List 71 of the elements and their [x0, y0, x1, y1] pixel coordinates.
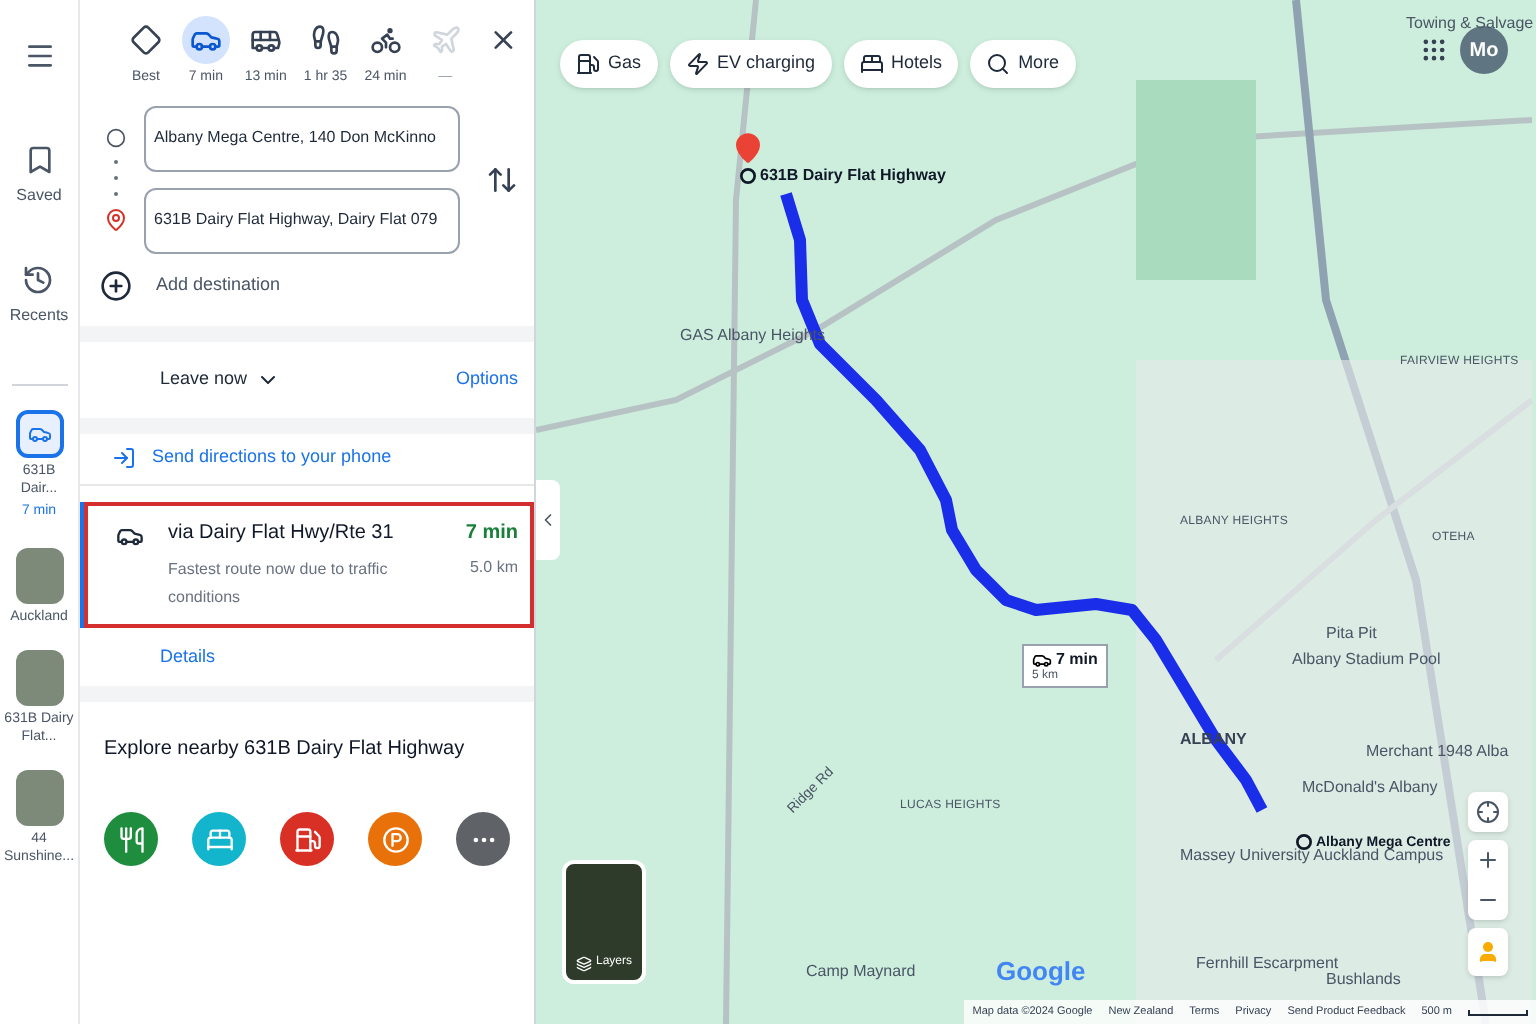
add-icon[interactable]	[100, 269, 132, 301]
layers-icon	[575, 956, 592, 972]
account-avatar[interactable]: Mo	[1460, 26, 1508, 74]
send-directions-link[interactable]: Send directions to your phone	[152, 444, 392, 472]
pin-icon	[104, 207, 128, 231]
route-option[interactable]: via Dairy Flat Hwy/Rte 31 7 min Fastest route now due to traffic conditions 5.0 km	[80, 501, 534, 627]
google-logo: Google	[996, 954, 1086, 990]
category-button[interactable]	[456, 812, 510, 866]
explore-heading: Explore nearby 631B Dairy Flat Highway	[104, 736, 467, 764]
map-pin-icon	[732, 132, 764, 164]
gas-icon	[293, 825, 321, 853]
add-destination-link[interactable]: Add destination	[156, 271, 281, 299]
photo-placeholder[interactable]	[15, 649, 63, 705]
bike-icon	[369, 24, 402, 56]
hotel-icon	[859, 52, 884, 76]
origin-circle-icon	[106, 127, 126, 147]
map-label: 631B Dairy Flat Highway	[760, 168, 946, 184]
plus-icon	[1476, 848, 1500, 872]
category-chip[interactable]: Gas	[560, 40, 658, 88]
car-icon[interactable]	[15, 410, 63, 458]
scale-bar	[1468, 1009, 1528, 1015]
photo-placeholder[interactable]	[15, 547, 63, 603]
map-label: Albany Stadium Pool	[1292, 652, 1441, 668]
history-icon[interactable]	[22, 264, 55, 296]
category-button[interactable]	[192, 812, 246, 866]
destination-field[interactable]: 631B Dairy Flat Highway, Dairy Flat 079	[144, 187, 460, 253]
map-label: Camp Maynard	[806, 964, 916, 980]
apps-icon[interactable]	[1420, 36, 1448, 64]
options-link[interactable]: Options	[455, 365, 518, 393]
category-chip[interactable]: Hotels	[843, 40, 959, 88]
person-icon	[1476, 940, 1500, 964]
map-label: McDonald's Albany	[1302, 780, 1438, 796]
map-label: Pita Pit	[1326, 626, 1377, 642]
map-label: Merchant 1948 Alba	[1366, 744, 1509, 760]
recents-label: Recents	[9, 304, 69, 328]
map-label: Fernhill Escarpment	[1196, 956, 1339, 972]
category-button[interactable]	[280, 812, 334, 866]
route-distance: 5.0 km	[469, 555, 518, 579]
location-marker-icon	[740, 168, 756, 184]
hotel-icon	[205, 825, 233, 853]
route-note: Fastest route now due to traffic conditions	[168, 557, 390, 609]
location-marker-icon	[1296, 834, 1312, 850]
search-icon	[986, 52, 1011, 76]
category-chip[interactable]: More	[970, 40, 1076, 88]
photo-placeholder[interactable]	[15, 769, 63, 825]
food-icon	[117, 825, 145, 853]
car-icon	[1032, 650, 1052, 670]
route-time: 7 min	[465, 519, 518, 547]
category-button[interactable]	[104, 812, 158, 866]
badge-time: 7 min	[1056, 652, 1098, 668]
map-label: Bushlands	[1326, 972, 1401, 988]
my-location-button[interactable]	[1468, 792, 1508, 832]
map-label: Massey University Auckland Campus	[1180, 848, 1444, 864]
best-icon	[129, 24, 162, 56]
ev-icon	[685, 52, 710, 76]
parking-icon	[381, 825, 409, 853]
saved-label: Saved	[16, 184, 62, 208]
send-to-phone-icon[interactable]	[112, 446, 136, 470]
category-button[interactable]	[368, 812, 422, 866]
gas-icon	[576, 52, 600, 76]
leave-now-dropdown[interactable]: Leave now	[160, 365, 280, 393]
location-icon	[1476, 800, 1500, 824]
swap-icon[interactable]	[486, 163, 518, 195]
bookmark-icon[interactable]	[23, 144, 55, 176]
route-title: via Dairy Flat Hwy/Rte 31	[168, 519, 394, 547]
walk-icon	[309, 24, 342, 56]
flight-icon	[429, 24, 462, 56]
category-chip[interactable]: EV charging	[669, 40, 832, 88]
menu-icon[interactable]	[23, 40, 55, 72]
origin-field[interactable]: Albany Mega Centre, 140 Don McKinno	[144, 105, 460, 171]
details-link[interactable]: Details	[80, 643, 534, 670]
